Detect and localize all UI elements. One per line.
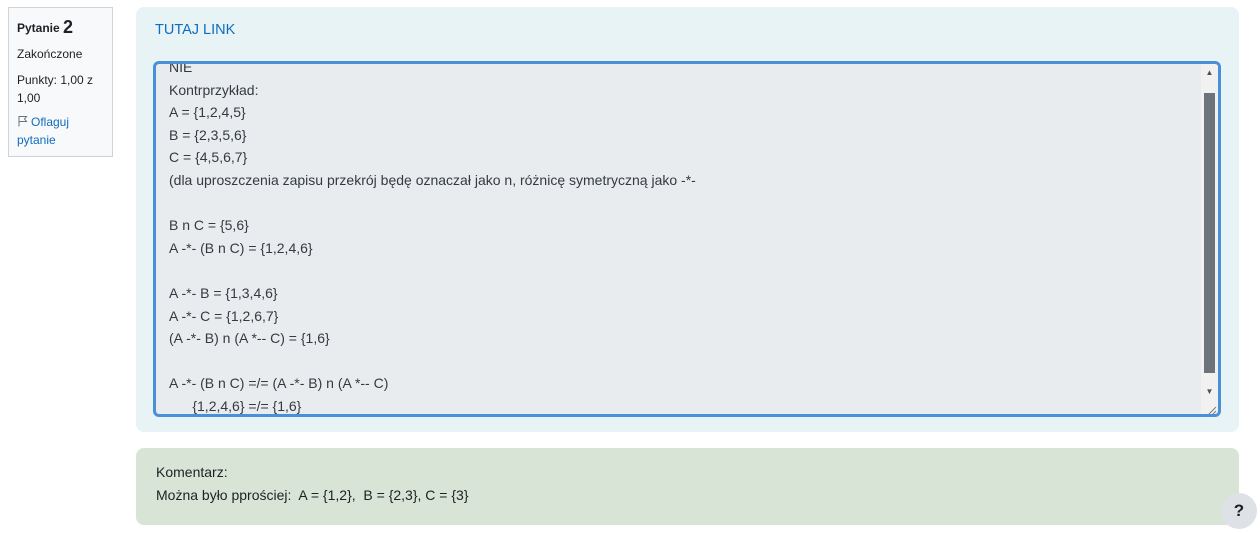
question-number-value: 2 bbox=[63, 17, 74, 37]
answer-textarea[interactable]: NIE Kontrprzykład: A = {1,2,4,5} B = {2,… bbox=[153, 61, 1221, 417]
scroll-down-arrow-icon[interactable]: ▼ bbox=[1201, 383, 1218, 400]
question-formulation: TUTAJ LINK NIE Kontrprzykład: A = {1,2,4… bbox=[136, 7, 1239, 432]
question-number: Pytanie 2 bbox=[17, 18, 104, 37]
scroll-up-arrow-icon[interactable]: ▲ bbox=[1201, 64, 1218, 81]
textarea-scrollbar[interactable]: ▲ ▼ bbox=[1201, 64, 1218, 414]
question-link[interactable]: TUTAJ LINK bbox=[155, 22, 235, 38]
flag-question-link[interactable]: Oflaguj pytanie bbox=[17, 113, 104, 149]
scroll-thumb[interactable] bbox=[1204, 93, 1215, 373]
answer-text: NIE Kontrprzykład: A = {1,2,4,5} B = {2,… bbox=[169, 61, 696, 414]
question-info-panel: Pytanie 2 Zakończone Punkty: 1,00 z 1,00… bbox=[8, 7, 113, 157]
feedback-title: Komentarz: bbox=[156, 464, 228, 480]
help-button[interactable]: ? bbox=[1221, 493, 1257, 529]
flag-icon bbox=[17, 114, 29, 127]
question-grade: Punkty: 1,00 z 1,00 bbox=[17, 73, 94, 105]
feedback-text: Można było pprościej: A = {1,2}, B = {2,… bbox=[156, 487, 469, 503]
resize-handle-icon[interactable] bbox=[1206, 402, 1217, 414]
general-feedback: Komentarz: Można było pprościej: A = {1,… bbox=[136, 448, 1239, 525]
question-label: Pytanie bbox=[17, 21, 60, 35]
question-state: Zakończone bbox=[17, 47, 83, 61]
